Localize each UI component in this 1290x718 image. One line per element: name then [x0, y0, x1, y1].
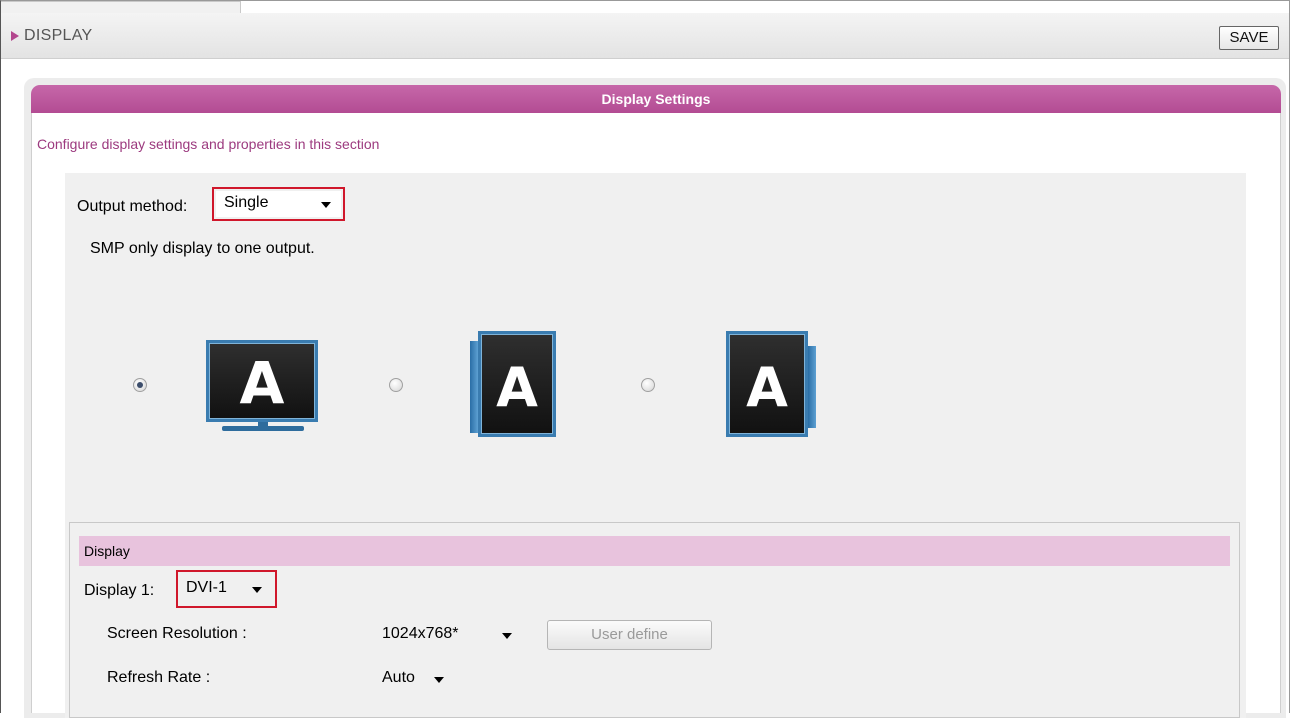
- display-section-header: Display: [79, 536, 1230, 566]
- screen-resolution-select[interactable]: 1024x768*: [374, 620, 524, 650]
- output-method-select[interactable]: Single: [216, 191, 341, 217]
- screen-resolution-value: 1024x768*: [382, 625, 459, 642]
- radio-output-landscape[interactable]: [133, 378, 147, 392]
- header-tab: [1, 1, 241, 13]
- chevron-down-icon: [502, 633, 512, 639]
- user-define-button[interactable]: User define: [547, 620, 712, 650]
- chevron-down-icon: [321, 202, 331, 208]
- refresh-rate-value: Auto: [382, 669, 415, 686]
- triangle-right-icon: [11, 31, 19, 41]
- panel-title: Display Settings: [31, 85, 1281, 113]
- radio-output-portrait-right[interactable]: [641, 378, 655, 392]
- page-title: DISPLAY: [24, 27, 93, 44]
- output-method-value: Single: [224, 194, 269, 211]
- page-header: DISPLAY SAVE: [1, 1, 1289, 59]
- display1-label: Display 1:: [84, 582, 155, 599]
- chevron-down-icon: [434, 677, 444, 683]
- screen-resolution-label: Screen Resolution :: [107, 625, 247, 642]
- output-method-label: Output method:: [77, 198, 188, 215]
- refresh-rate-label: Refresh Rate :: [107, 669, 211, 686]
- panel-description: Configure display settings and propertie…: [37, 136, 380, 152]
- save-button[interactable]: SAVE: [1219, 26, 1279, 50]
- radio-output-portrait-left[interactable]: [389, 378, 403, 392]
- chevron-down-icon: [252, 587, 262, 593]
- display1-value: DVI-1: [186, 579, 227, 596]
- refresh-rate-select[interactable]: Auto: [374, 663, 456, 693]
- output-hint: SMP only display to one output.: [90, 240, 315, 257]
- display1-select[interactable]: DVI-1: [180, 574, 273, 604]
